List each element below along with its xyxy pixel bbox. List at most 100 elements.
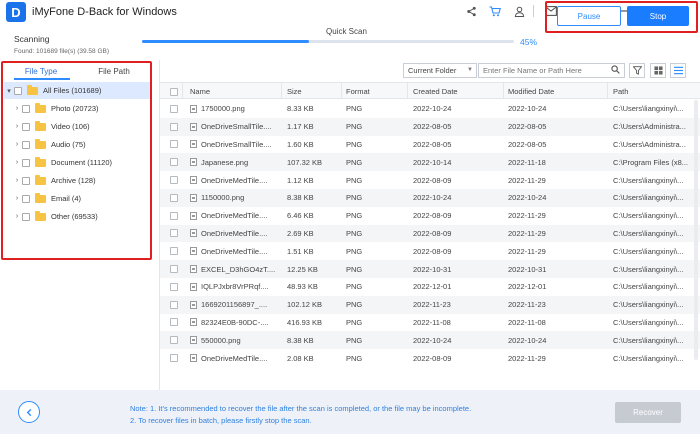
cell-path: C:\Users\liangxinyi\... [613, 171, 698, 189]
table-row[interactable]: 1150000.png 8.38 KB PNG 2022-10-24 2022-10-2… [160, 189, 700, 207]
cell-name: 1669201156897_.... [190, 296, 285, 314]
cell-modified-date: 2022-12-01 [508, 278, 608, 296]
row-checkbox[interactable] [170, 318, 178, 327]
row-checkbox[interactable] [170, 158, 178, 167]
cell-name-text: OneDriveSmallTile.... [201, 122, 272, 132]
cell-size: 12.25 KB [287, 260, 342, 278]
pause-button[interactable]: Pause [557, 6, 621, 26]
row-checkbox[interactable] [170, 354, 178, 363]
table-row[interactable]: OneDriveMedTile.... 6.46 KB PNG 2022-08-09 2… [160, 207, 700, 225]
cell-created-date: 2022-10-24 [413, 100, 503, 118]
table-row[interactable]: Japanese.png 107.32 KB PNG 2022-10-14 2022-1… [160, 153, 700, 172]
row-checkbox[interactable] [170, 282, 178, 291]
cell-format-text: PNG [346, 246, 363, 256]
table-row[interactable]: 1669201156897_.... 102.12 KB PNG 2022-11-23… [160, 295, 700, 314]
table-row[interactable]: IQLPJxbr8VrPRqf.... 48.93 KB PNG 2022-12-01… [160, 278, 700, 296]
cell-format: PNG [346, 278, 406, 296]
cell-created-date: 2022-10-24 [413, 189, 503, 207]
table-row[interactable]: OneDriveMedTile.... 1.51 KB PNG 2022-08-09 2… [160, 242, 700, 260]
image-file-icon [190, 176, 197, 185]
filter-icon[interactable] [629, 63, 645, 78]
cell-modified-date-text: 2022-08-05 [508, 139, 547, 149]
row-checkbox[interactable] [170, 336, 178, 345]
row-checkbox[interactable] [170, 247, 178, 256]
folder-scope-select[interactable]: Current Folder ▼ [403, 63, 477, 78]
cell-size: 8.33 KB [287, 100, 342, 118]
cell-path: C:\Users\Administra... [613, 136, 698, 154]
cell-size: 416.93 KB [287, 314, 342, 332]
cell-created-date: 2022-08-09 [413, 207, 503, 225]
cell-path-text: C:\Users\liangxinyi\... [613, 300, 684, 310]
cell-format: PNG [346, 153, 406, 171]
back-button[interactable] [18, 401, 40, 423]
image-file-icon [190, 318, 197, 327]
image-file-icon [190, 211, 197, 220]
list-view-icon[interactable] [670, 63, 686, 78]
row-checkbox[interactable] [170, 193, 178, 202]
row-checkbox[interactable] [170, 300, 178, 309]
column-modified-date[interactable]: Modified Date [508, 83, 554, 100]
row-checkbox-cell [170, 189, 178, 207]
cell-format: PNG [346, 296, 406, 314]
app-logo: D [6, 2, 26, 22]
row-checkbox[interactable] [170, 176, 178, 185]
row-checkbox[interactable] [170, 265, 178, 274]
table-row[interactable]: OneDriveSmallTile.... 1.60 KB PNG 2022-08-0… [160, 136, 700, 154]
cell-name-text: 550000.png [201, 335, 241, 345]
row-checkbox[interactable] [170, 211, 178, 220]
select-all-checkbox[interactable] [170, 87, 178, 96]
cell-format-text: PNG [346, 139, 363, 149]
search-icon[interactable] [611, 65, 620, 76]
column-path[interactable]: Path [613, 83, 628, 100]
column-created-date[interactable]: Created Date [413, 83, 458, 100]
cell-created-date: 2022-12-01 [413, 278, 503, 296]
table-row[interactable]: OneDriveSmallTile.... 1.17 KB PNG 2022-08-0… [160, 117, 700, 136]
cell-name-text: OneDriveMedTile.... [201, 246, 268, 256]
table-scrollbar[interactable] [694, 100, 698, 360]
cell-name: OneDriveMedTile.... [190, 171, 285, 189]
cell-path-text: C:\Users\liangxinyi\... [613, 246, 684, 256]
cell-format-text: PNG [346, 317, 363, 327]
image-file-icon [190, 104, 197, 113]
cell-size-text: 8.38 KB [287, 335, 314, 345]
cell-modified-date-text: 2022-11-18 [508, 157, 546, 167]
cell-created-date-text: 2022-12-01 [413, 282, 452, 292]
column-name[interactable]: Name [190, 83, 210, 100]
cell-format: PNG [346, 189, 406, 207]
table-row[interactable]: OneDriveMedTile.... 1.12 KB PNG 2022-08-09 2… [160, 171, 700, 189]
column-divider [503, 82, 504, 99]
cell-modified-date-text: 2022-11-29 [508, 211, 546, 221]
cell-created-date-text: 2022-08-09 [413, 211, 452, 221]
cell-modified-date-text: 2022-08-05 [508, 122, 547, 132]
row-checkbox[interactable] [170, 104, 178, 113]
share-icon[interactable] [462, 2, 480, 20]
row-checkbox[interactable] [170, 229, 178, 238]
table-row[interactable]: EXCEL_D3hGO4zT.... 12.25 KB PNG 2022-10-31 2… [160, 260, 700, 278]
cell-created-date-text: 2022-08-05 [413, 122, 452, 132]
cell-modified-date: 2022-10-24 [508, 189, 608, 207]
cell-created-date: 2022-10-14 [413, 153, 503, 171]
cell-size-text: 1.12 KB [287, 175, 314, 185]
row-checkbox[interactable] [170, 140, 178, 149]
cell-created-date: 2022-08-05 [413, 136, 503, 154]
table-row[interactable]: OneDriveMedTile.... 2.69 KB PNG 2022-08-09 2… [160, 224, 700, 243]
cell-size: 6.46 KB [287, 207, 342, 225]
search-input[interactable]: Enter File Name or Path Here [478, 63, 625, 78]
cell-modified-date: 2022-11-29 [508, 207, 608, 225]
cell-modified-date: 2022-11-29 [508, 242, 608, 260]
cell-format-text: PNG [346, 175, 363, 185]
cell-format: PNG [346, 225, 406, 243]
column-size[interactable]: Size [287, 83, 302, 100]
table-row[interactable]: 1750000.png 8.33 KB PNG 2022-10-24 2022-10-2… [160, 100, 700, 118]
table-row[interactable]: OneDriveMedTile.... 2.08 KB PNG 2022-08-09 2… [160, 349, 700, 367]
recover-button[interactable]: Recover [615, 402, 681, 423]
column-format[interactable]: Format [346, 83, 370, 100]
grid-view-icon[interactable] [650, 63, 666, 78]
user-icon[interactable] [510, 2, 528, 20]
row-checkbox[interactable] [170, 122, 178, 131]
stop-button[interactable]: Stop [627, 6, 689, 26]
cell-name: OneDriveSmallTile.... [190, 136, 285, 154]
table-row[interactable]: 82324E0B-90DC-.... 416.93 KB PNG 2022-11-08… [160, 314, 700, 332]
cart-icon[interactable] [486, 2, 504, 20]
table-row[interactable]: 550000.png 8.38 KB PNG 2022-10-24 2022-10-24… [160, 331, 700, 350]
